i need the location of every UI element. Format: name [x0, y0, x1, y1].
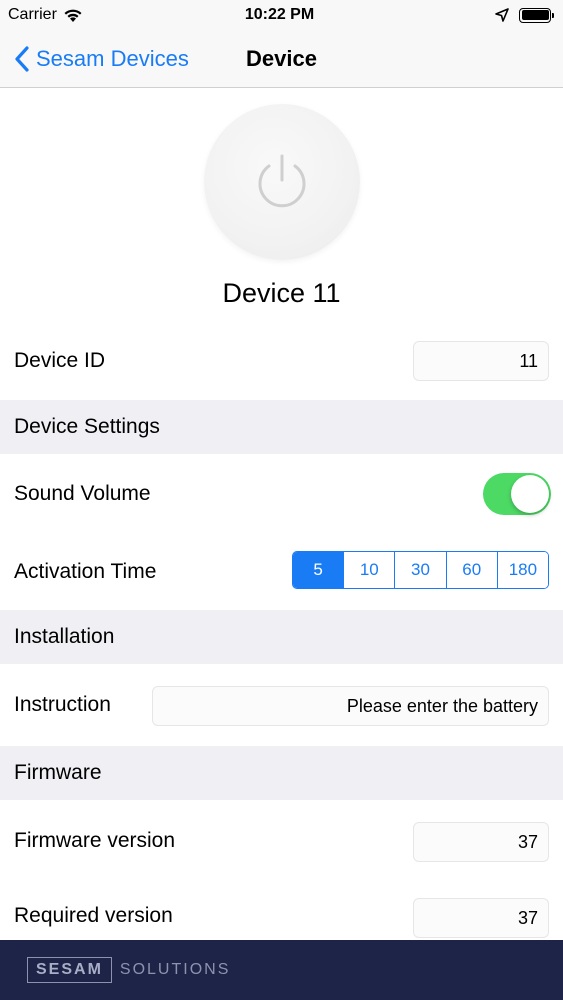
- required-version-field[interactable]: 37: [413, 898, 549, 938]
- navigation-bar: Sesam Devices Device: [0, 30, 563, 88]
- chevron-left-icon: [15, 46, 29, 72]
- instruction-row: Instruction Please enter the battery: [0, 664, 563, 746]
- battery-icon: [519, 7, 554, 23]
- power-button[interactable]: [204, 104, 360, 260]
- firmware-version-row: Firmware version 37: [0, 800, 563, 882]
- sound-volume-label: Sound Volume: [14, 482, 151, 505]
- activation-time-row: Activation Time 5 10 30 60 180: [0, 534, 563, 610]
- power-icon: [258, 154, 306, 208]
- footer-banner: SESAM SOLUTIONS: [0, 940, 563, 1000]
- activation-option-30[interactable]: 30: [394, 552, 446, 588]
- required-version-label: Required version: [14, 904, 173, 927]
- carrier-label: Carrier: [8, 6, 57, 23]
- device-name: Device 11: [222, 278, 341, 308]
- back-button[interactable]: Sesam Devices: [14, 30, 189, 88]
- firmware-version-label: Firmware version: [14, 829, 176, 852]
- sound-volume-row: Sound Volume: [0, 454, 563, 534]
- section-installation: Installation: [0, 610, 563, 664]
- sound-volume-toggle[interactable]: [483, 473, 551, 515]
- status-left: Carrier: [8, 6, 168, 24]
- section-firmware: Firmware: [0, 746, 563, 800]
- activation-option-5[interactable]: 5: [293, 552, 344, 588]
- activation-option-10[interactable]: 10: [343, 552, 395, 588]
- activation-time-segmented-control: 5 10 30 60 180: [292, 551, 549, 589]
- device-id-field[interactable]: 11: [413, 341, 549, 381]
- device-id-row: Device ID 11: [0, 323, 563, 399]
- status-time: 10:22 PM: [244, 6, 315, 23]
- instruction-label: Instruction: [14, 693, 111, 716]
- location-arrow-icon: [495, 8, 509, 22]
- back-button-label: Sesam Devices: [36, 46, 189, 71]
- activation-option-180[interactable]: 180: [496, 552, 548, 588]
- sesam-logo-text: SOLUTIONS: [119, 961, 231, 978]
- instruction-field[interactable]: Please enter the battery: [152, 686, 549, 726]
- firmware-version-field[interactable]: 37: [413, 822, 549, 862]
- status-bar: Carrier 10:22 PM: [0, 0, 563, 30]
- section-device-settings: Device Settings: [0, 400, 563, 454]
- device-id-label: Device ID: [14, 349, 106, 372]
- toggle-knob: [511, 475, 549, 513]
- wifi-icon: [64, 9, 82, 22]
- device-header: Device 11: [0, 88, 563, 323]
- sesam-logo-box: SESAM: [27, 957, 112, 983]
- required-version-row: Required version 37: [0, 882, 563, 940]
- status-right: [391, 7, 554, 23]
- activation-time-label: Activation Time: [14, 560, 157, 583]
- activation-option-60[interactable]: 60: [445, 552, 497, 588]
